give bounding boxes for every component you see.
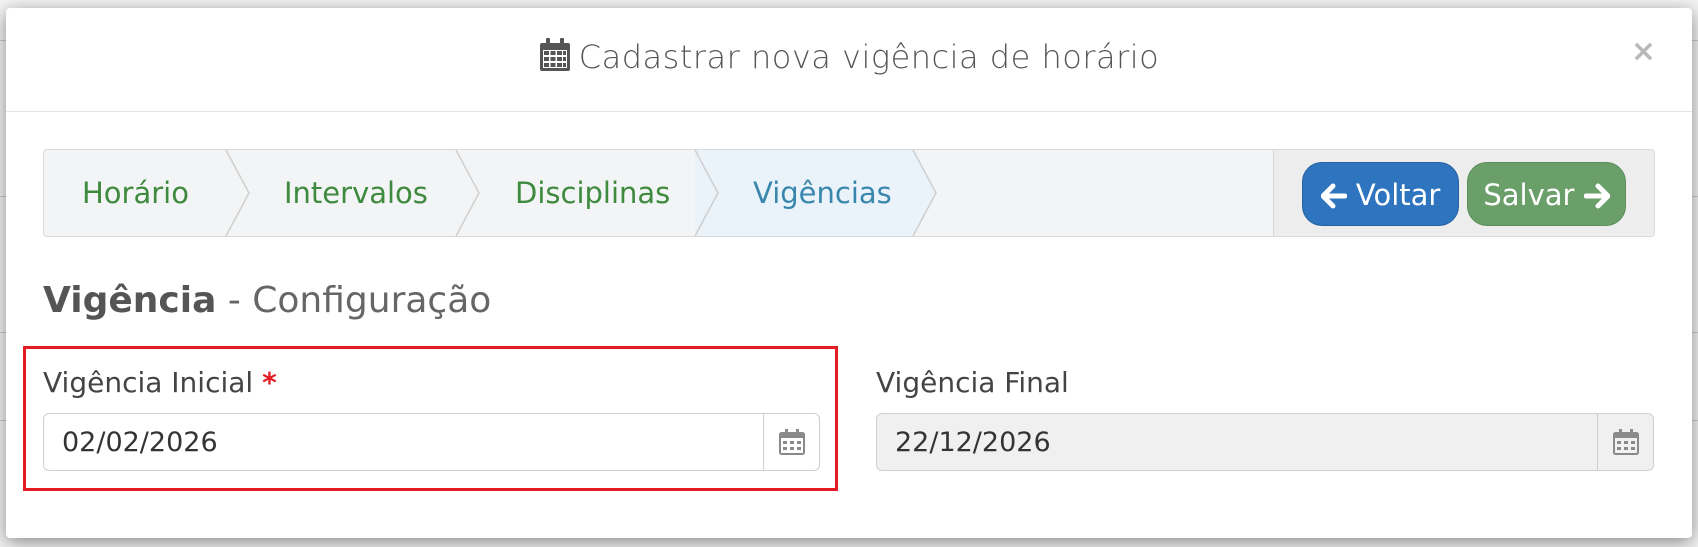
modal-title-text: Cadastrar nova vigência de horário [578, 38, 1160, 76]
section-title-bold: Vigência [43, 280, 217, 321]
modal-dialog: Cadastrar nova vigência de horário × Hor… [6, 8, 1692, 538]
back-button-label: Voltar [1355, 178, 1441, 212]
start-date-calendar-button[interactable] [763, 414, 819, 470]
end-date-field [876, 413, 1654, 471]
start-date-label-text: Vigência Inicial [43, 366, 254, 399]
start-date-input[interactable] [44, 414, 764, 470]
step-vigencias[interactable]: Vigências [753, 150, 892, 236]
arrow-right-icon [1583, 183, 1611, 209]
close-icon[interactable]: × [1631, 34, 1656, 69]
step-intervalos[interactable]: Intervalos [284, 150, 428, 236]
start-date-field [43, 413, 820, 471]
step-disciplinas[interactable]: Disciplinas [515, 150, 670, 236]
end-date-label: Vigência Final [876, 366, 1069, 399]
step-horario[interactable]: Horário [82, 150, 189, 236]
start-date-label: Vigência Inicial * [43, 366, 277, 399]
end-date-calendar-button[interactable] [1597, 414, 1653, 470]
modal-title: Cadastrar nova vigência de horário [6, 38, 1692, 80]
save-button-label: Salvar [1483, 178, 1575, 212]
section-title-subtitle: - Configuração [227, 280, 492, 321]
section-title: Vigência - Configuração [43, 280, 491, 321]
calendar-icon [778, 429, 805, 455]
modal-header: Cadastrar nova vigência de horário × [6, 8, 1692, 112]
wizard-steps: Horário Intervalos Disciplinas Vigências… [43, 149, 1655, 237]
end-date-input[interactable] [877, 414, 1597, 470]
wizard-actions: Voltar Salvar [1273, 150, 1654, 236]
calendar-icon [539, 38, 571, 80]
required-mark: * [262, 366, 277, 399]
save-button[interactable]: Salvar [1467, 162, 1626, 226]
steps-bar: Horário Intervalos Disciplinas Vigências [44, 150, 1274, 236]
calendar-icon [1612, 429, 1639, 455]
back-button[interactable]: Voltar [1302, 162, 1459, 226]
arrow-left-icon [1320, 183, 1348, 209]
